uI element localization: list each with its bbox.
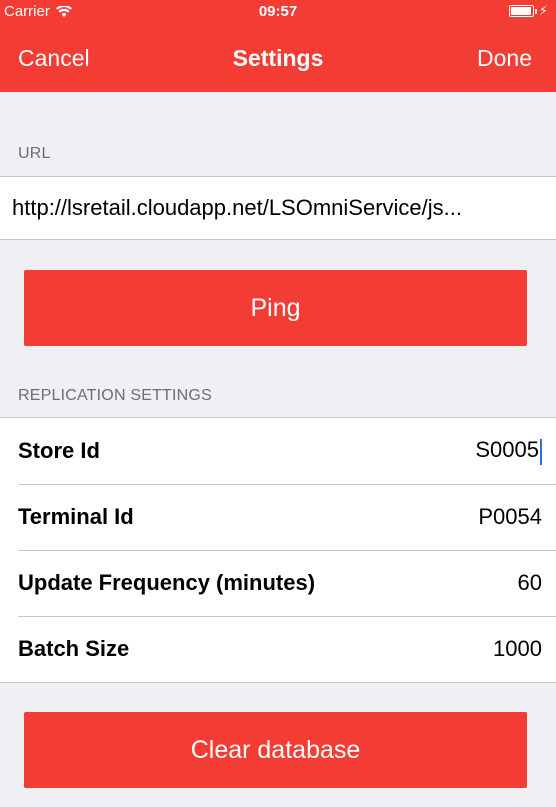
done-button[interactable]: Done xyxy=(477,45,532,72)
batch-size-field[interactable]: 1000 xyxy=(493,636,542,662)
page-title: Settings xyxy=(232,45,324,71)
batch-size-row: Batch Size 1000 xyxy=(0,616,556,682)
navigation-bar: Cancel Settings Done xyxy=(0,22,556,92)
terminal-id-label: Terminal Id xyxy=(18,504,134,529)
update-frequency-row: Update Frequency (minutes) 60 xyxy=(0,550,556,616)
ping-button[interactable]: Ping xyxy=(24,270,527,346)
replication-settings-group: Store Id S0005 Terminal Id P0054 Update … xyxy=(0,417,556,683)
terminal-id-row: Terminal Id P0054 xyxy=(0,484,556,550)
url-section-header: URL xyxy=(18,145,51,162)
store-id-row: Store Id S0005 xyxy=(0,418,556,484)
replication-section-header: REPLICATION SETTINGS xyxy=(18,387,212,404)
clear-database-button[interactable]: Clear database xyxy=(24,712,527,788)
charging-bolt-icon: ⚡ xyxy=(538,3,548,18)
url-field[interactable] xyxy=(12,177,547,239)
store-id-label: Store Id xyxy=(18,438,100,463)
terminal-id-field[interactable]: P0054 xyxy=(478,504,542,530)
url-cell xyxy=(0,176,556,240)
update-frequency-label: Update Frequency (minutes) xyxy=(18,570,316,595)
text-cursor xyxy=(540,438,542,465)
store-id-field[interactable]: S0005 xyxy=(475,437,542,465)
batch-size-label: Batch Size xyxy=(18,636,130,661)
status-bar: Carrier 09:57 ⚡ xyxy=(0,0,556,22)
status-time: 09:57 xyxy=(258,3,298,20)
store-id-value: S0005 xyxy=(475,437,539,463)
update-frequency-field[interactable]: 60 xyxy=(518,570,542,596)
battery-icon xyxy=(509,5,537,17)
